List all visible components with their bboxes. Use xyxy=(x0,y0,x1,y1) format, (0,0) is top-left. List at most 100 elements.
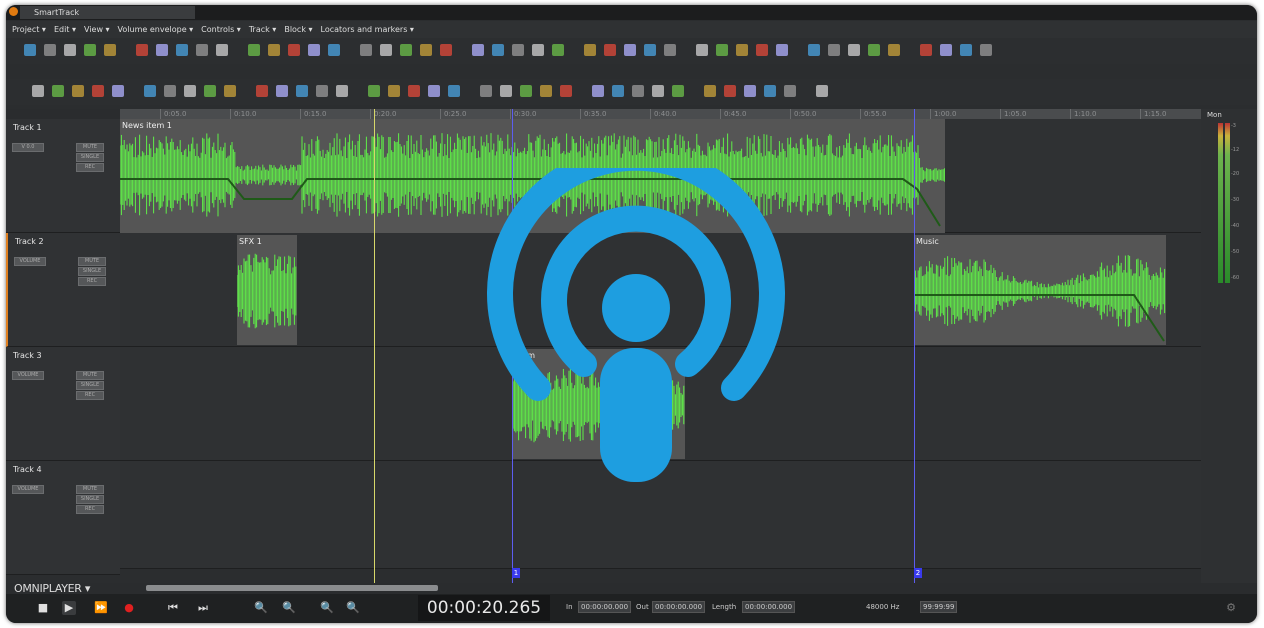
extra-field[interactable]: 99:99:99 xyxy=(920,601,958,613)
mute-button[interactable]: MUTE xyxy=(76,371,104,380)
menu-edit[interactable]: Edit ▾ xyxy=(54,25,76,34)
single-button[interactable]: SINGLE xyxy=(76,153,104,162)
rec-button[interactable]: REC xyxy=(76,163,104,172)
toolbar-button-icon[interactable] xyxy=(136,44,148,56)
zoom-in-icon[interactable]: 🔍 xyxy=(254,601,268,615)
toolbar-button-icon[interactable] xyxy=(980,44,992,56)
menu-locators-markers[interactable]: Locators and markers ▾ xyxy=(321,25,414,34)
horizontal-scrollbar[interactable] xyxy=(146,585,438,591)
toolbar-button-icon[interactable] xyxy=(920,44,932,56)
menu-view[interactable]: View ▾ xyxy=(84,25,110,34)
toolbar-button-icon[interactable] xyxy=(224,85,236,97)
rec-button[interactable]: REC xyxy=(76,391,104,400)
zoom-fit-icon[interactable]: 🔍 xyxy=(346,601,360,615)
marker-1[interactable]: 1 xyxy=(512,568,520,578)
out-field[interactable]: 00:00:00.000 xyxy=(652,601,706,613)
toolbar-button-icon[interactable] xyxy=(196,44,208,56)
toolbar-button-icon[interactable] xyxy=(492,44,504,56)
toolbar-button-icon[interactable] xyxy=(420,44,432,56)
toolbar-button-icon[interactable] xyxy=(268,44,280,56)
play-icon[interactable]: ▶ xyxy=(62,601,76,615)
volume-mode-button[interactable]: VOLUME xyxy=(12,371,44,380)
audio-clip-sfx[interactable]: SFX 1 xyxy=(237,235,297,345)
zoom-selection-icon[interactable]: 🔍 xyxy=(320,601,334,615)
toolbar-button-icon[interactable] xyxy=(828,44,840,56)
toolbar-button-icon[interactable] xyxy=(92,85,104,97)
toolbar-button-icon[interactable] xyxy=(664,44,676,56)
single-button[interactable]: SINGLE xyxy=(78,267,106,276)
toolbar-button-icon[interactable] xyxy=(84,44,96,56)
toolbar-button-icon[interactable] xyxy=(216,44,228,56)
toolbar-button-icon[interactable] xyxy=(644,44,656,56)
toolbar-button-icon[interactable] xyxy=(44,44,56,56)
mute-button[interactable]: MUTE xyxy=(78,257,106,266)
toolbar-button-icon[interactable] xyxy=(380,44,392,56)
toolbar-button-icon[interactable] xyxy=(440,44,452,56)
menu-block[interactable]: Block ▾ xyxy=(284,25,312,34)
toolbar-button-icon[interactable] xyxy=(784,85,796,97)
stop-icon[interactable]: ■ xyxy=(36,601,50,615)
toolbar-button-icon[interactable] xyxy=(632,85,644,97)
toolbar-button-icon[interactable] xyxy=(540,85,552,97)
toolbar-button-icon[interactable] xyxy=(776,44,788,56)
settings-icon[interactable]: ⚙ xyxy=(1224,601,1238,615)
menu-controls[interactable]: Controls ▾ xyxy=(201,25,241,34)
menu-volume-envelope[interactable]: Volume envelope ▾ xyxy=(118,25,194,34)
toolbar-button-icon[interactable] xyxy=(960,44,972,56)
toolbar-button-icon[interactable] xyxy=(328,44,340,56)
toolbar-button-icon[interactable] xyxy=(500,85,512,97)
audio-clip-music[interactable]: Music xyxy=(914,235,1166,345)
toolbar-button-icon[interactable] xyxy=(164,85,176,97)
toolbar-button-icon[interactable] xyxy=(176,44,188,56)
marker-2[interactable]: 2 xyxy=(914,568,922,578)
toolbar-button-icon[interactable] xyxy=(112,85,124,97)
mute-button[interactable]: MUTE xyxy=(76,485,104,494)
toolbar-button-icon[interactable] xyxy=(584,44,596,56)
toolbar-button-icon[interactable] xyxy=(32,85,44,97)
menu-project[interactable]: Project ▾ xyxy=(12,25,46,34)
toolbar-button-icon[interactable] xyxy=(672,85,684,97)
volume-mode-button[interactable]: V 0.0 xyxy=(12,143,44,152)
menu-track[interactable]: Track ▾ xyxy=(249,25,277,34)
toolbar-button-icon[interactable] xyxy=(736,44,748,56)
toolbar-button-icon[interactable] xyxy=(204,85,216,97)
toolbar-button-icon[interactable] xyxy=(72,85,84,97)
toolbar-button-icon[interactable] xyxy=(744,85,756,97)
toolbar-button-icon[interactable] xyxy=(552,44,564,56)
toolbar-button-icon[interactable] xyxy=(308,44,320,56)
toolbar-button-icon[interactable] xyxy=(104,44,116,56)
toolbar-button-icon[interactable] xyxy=(472,44,484,56)
toolbar-button-icon[interactable] xyxy=(704,85,716,97)
toolbar-button-icon[interactable] xyxy=(520,85,532,97)
toolbar-button-icon[interactable] xyxy=(532,44,544,56)
toolbar-button-icon[interactable] xyxy=(248,44,260,56)
fast-forward-icon[interactable]: ⏩ xyxy=(94,601,108,615)
toolbar-button-icon[interactable] xyxy=(64,44,76,56)
toolbar-button-icon[interactable] xyxy=(184,85,196,97)
single-button[interactable]: SINGLE xyxy=(76,381,104,390)
toolbar-button-icon[interactable] xyxy=(724,85,736,97)
toolbar-button-icon[interactable] xyxy=(512,44,524,56)
toolbar-button-icon[interactable] xyxy=(408,85,420,97)
toolbar-button-icon[interactable] xyxy=(696,44,708,56)
toolbar-button-icon[interactable] xyxy=(360,44,372,56)
toolbar-button-icon[interactable] xyxy=(888,44,900,56)
skip-back-icon[interactable]: ⏮ xyxy=(166,601,180,615)
toolbar-button-icon[interactable] xyxy=(868,44,880,56)
toolbar-button-icon[interactable] xyxy=(940,44,952,56)
omniplayer-label[interactable]: OMNIPLAYER ▾ xyxy=(14,583,90,594)
mute-button[interactable]: MUTE xyxy=(76,143,104,152)
toolbar-button-icon[interactable] xyxy=(612,85,624,97)
toolbar-button-icon[interactable] xyxy=(24,44,36,56)
toolbar-button-icon[interactable] xyxy=(400,44,412,56)
toolbar-button-icon[interactable] xyxy=(808,44,820,56)
toolbar-button-icon[interactable] xyxy=(336,85,348,97)
toolbar-button-icon[interactable] xyxy=(604,44,616,56)
rec-button[interactable]: REC xyxy=(76,505,104,514)
toolbar-button-icon[interactable] xyxy=(316,85,328,97)
toolbar-button-icon[interactable] xyxy=(756,44,768,56)
toolbar-button-icon[interactable] xyxy=(276,85,288,97)
skip-forward-icon[interactable]: ⏭ xyxy=(196,601,210,615)
zoom-out-icon[interactable]: 🔍 xyxy=(282,601,296,615)
toolbar-button-icon[interactable] xyxy=(388,85,400,97)
